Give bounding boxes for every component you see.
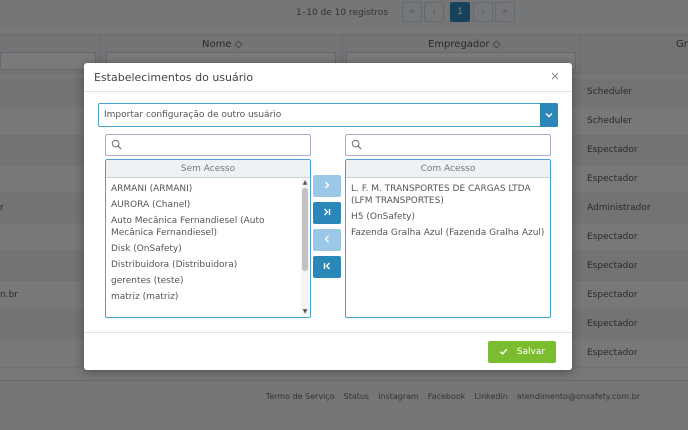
modal-footer: Salvar (84, 332, 572, 370)
scrollbar[interactable]: ▲ ▼ (301, 179, 309, 316)
list-item[interactable]: ARMANI (ARMANI) (106, 181, 300, 197)
chevron-left-bar-icon (323, 262, 330, 270)
move-left-button[interactable] (313, 229, 341, 251)
save-button[interactable]: Salvar (488, 341, 556, 363)
com-acesso-header: Com Acesso (346, 160, 550, 178)
scroll-down-arrow-icon[interactable]: ▼ (301, 308, 309, 316)
import-select-placeholder: Importar configuração de outro usuário (104, 110, 282, 120)
search-icon (111, 139, 122, 150)
close-icon[interactable]: × (550, 69, 560, 83)
list-item[interactable]: L. F. M. TRANSPORTES DE CARGAS LTDA (LFM… (346, 181, 550, 209)
list-item[interactable]: AURORA (Chanel) (106, 197, 300, 213)
save-button-label: Salvar (516, 347, 546, 357)
sem-acesso-header: Sem Acesso (106, 160, 310, 178)
right-search-input[interactable] (345, 134, 551, 156)
list-item[interactable]: gerentes (teste) (106, 273, 300, 289)
establishments-modal: Estabelecimentos do usuário × Importar c… (84, 63, 572, 370)
search-icon (351, 139, 362, 150)
sem-acesso-list[interactable]: Sem Acesso ARMANI (ARMANI) AURORA (Chane… (105, 159, 311, 318)
modal-header: Estabelecimentos do usuário × (84, 63, 572, 92)
modal-title: Estabelecimentos do usuário (94, 71, 254, 84)
move-all-right-button[interactable] (313, 202, 341, 224)
list-item[interactable]: matriz (matriz) (106, 289, 300, 305)
list-item[interactable]: Disk (OnSafety) (106, 241, 300, 257)
import-user-select[interactable]: Importar configuração de outro usuário (98, 103, 558, 127)
list-item[interactable]: Auto Mecânica Fernandiesel (Auto Mecânic… (106, 213, 300, 241)
com-acesso-list[interactable]: Com Acesso L. F. M. TRANSPORTES DE CARGA… (345, 159, 551, 318)
left-search-input[interactable] (105, 134, 311, 156)
chevron-down-icon[interactable] (540, 103, 558, 127)
move-all-left-button[interactable] (313, 256, 341, 278)
list-item[interactable]: Fazenda Gralha Azul (Fazenda Gralha Azul… (346, 225, 550, 241)
chevron-right-bar-icon (324, 208, 331, 216)
chevron-left-icon (324, 235, 329, 243)
scroll-up-arrow-icon[interactable]: ▲ (301, 179, 309, 187)
list-item[interactable]: H5 (OnSafety) (346, 209, 550, 225)
list-item[interactable]: Distribuidora (Distribuidora) (106, 257, 300, 273)
chevron-right-icon (325, 181, 330, 189)
scrollbar-thumb[interactable] (302, 188, 308, 271)
check-icon (499, 348, 508, 355)
move-right-button[interactable] (313, 175, 341, 197)
